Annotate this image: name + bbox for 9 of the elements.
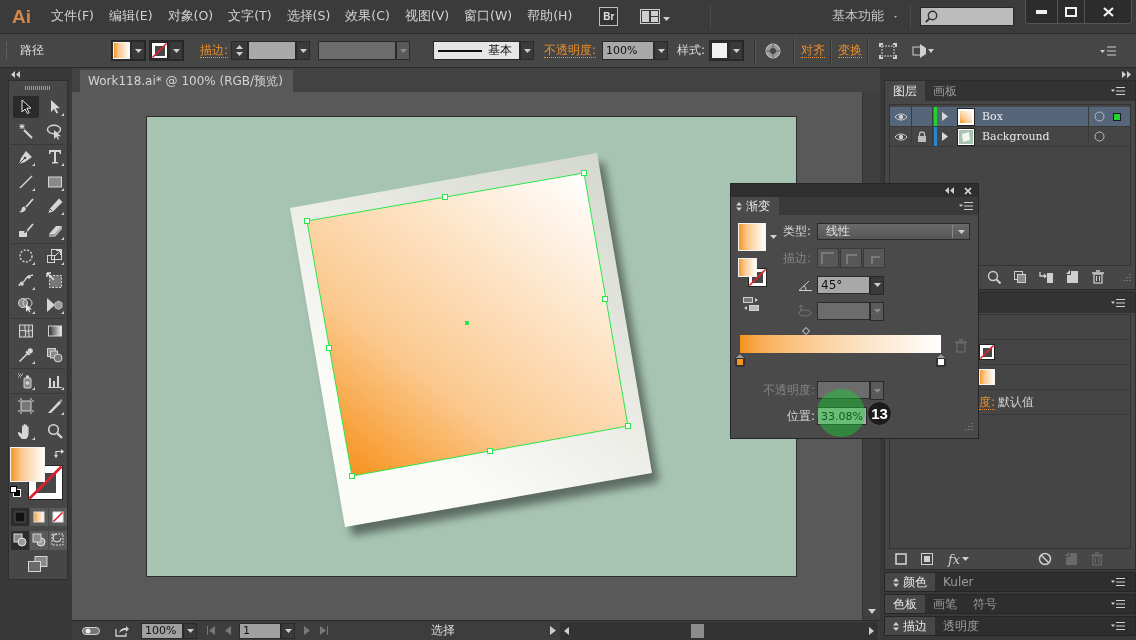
type-label: 类型:: [783, 223, 813, 240]
app-logo: Ai: [12, 5, 32, 28]
status-text: 选择: [430, 622, 456, 639]
style-label: 样式:: [677, 42, 706, 59]
location-label: 位置:: [786, 407, 816, 425]
selection-type-label: 路径: [20, 42, 44, 59]
opacity-value: 默认值: [998, 393, 1035, 411]
layer-name: Background: [982, 130, 1051, 143]
layer-name: Box: [982, 110, 1004, 123]
